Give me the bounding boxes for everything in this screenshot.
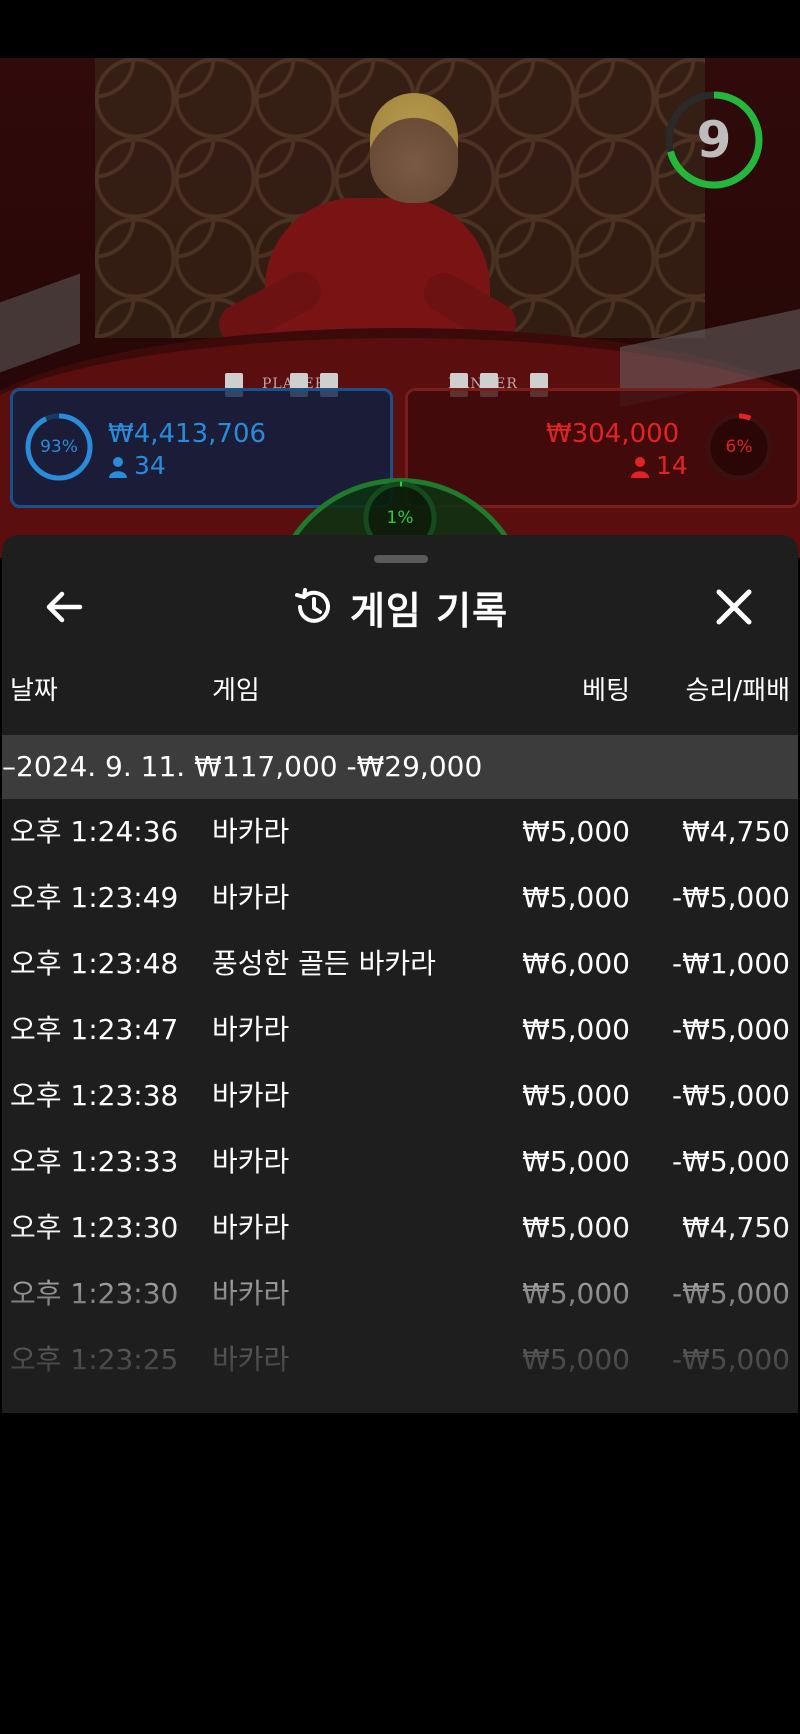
date-group-bet-total: ₩117,000 (194, 750, 338, 783)
date-group-result-total: -₩29,000 (346, 750, 483, 783)
close-icon (716, 589, 752, 625)
history-icon (294, 588, 330, 623)
table-row[interactable]: 오후 1:23:47 바카라 ₩5,000 -₩5,000 (2, 997, 798, 1063)
dealer-head (370, 93, 458, 203)
row-time: 오후 1:23:33 (10, 1145, 179, 1178)
row-game: 바카라 (212, 1079, 290, 1112)
row-result: -₩5,000 (672, 1079, 790, 1112)
row-bet: ₩5,000 (522, 1277, 630, 1310)
row-time: 오후 1:23:47 (10, 1013, 179, 1046)
sheet-header: 게임 기록 (2, 581, 798, 633)
row-result: ₩4,750 (682, 1211, 790, 1244)
player-bettor-count: 34 (108, 451, 166, 480)
row-time: 오후 1:23:49 (10, 881, 179, 914)
row-game: 바카라 (212, 1013, 290, 1046)
collapse-toggle[interactable]: – (2, 750, 16, 783)
player-bet-amount: ₩4,413,706 (108, 419, 267, 449)
date-group-header[interactable]: –2024. 9. 11. ₩117,000 -₩29,000 (2, 735, 798, 799)
row-bet: ₩5,000 (522, 1145, 630, 1178)
row-result: -₩5,000 (672, 1343, 790, 1376)
column-header-bet: 베팅 (582, 676, 630, 706)
player-percent: 93% (40, 437, 78, 457)
row-game: 바카라 (212, 1211, 290, 1244)
row-bet: ₩6,000 (522, 947, 630, 980)
row-time: 오후 1:23:38 (10, 1079, 179, 1112)
row-game: 바카라 (212, 1145, 290, 1178)
row-bet: ₩5,000 (522, 1343, 630, 1376)
table-row[interactable]: 오후 1:23:25 바카라 ₩5,000 -₩5,000 (2, 1327, 798, 1393)
row-result: -₩1,000 (672, 947, 790, 980)
row-game: 바카라 (212, 1343, 290, 1376)
column-header-game: 게임 (212, 676, 260, 706)
row-game: 바카라 (212, 881, 290, 914)
banker-bet-amount: ₩304,000 (546, 419, 680, 449)
banker-percent: 6% (725, 437, 753, 457)
row-result: -₩5,000 (672, 1277, 790, 1310)
column-header-date: 날짜 (10, 676, 58, 706)
player-bet-area[interactable]: 93% ₩4,413,706 34 (10, 388, 393, 508)
row-bet: ₩5,000 (522, 881, 630, 914)
page-title: 게임 기록 (349, 588, 509, 633)
drag-handle[interactable] (374, 555, 428, 563)
betting-countdown-timer: 9 (662, 88, 766, 192)
row-bet: ₩5,000 (522, 1079, 630, 1112)
countdown-number: 9 (696, 111, 732, 169)
column-header-result: 승리/패배 (685, 676, 790, 706)
table-row[interactable]: 오후 1:23:48 풍성한 골든 바카라 ₩6,000 -₩1,000 (2, 931, 798, 997)
banker-bet-area[interactable]: ₩304,000 14 6% (405, 388, 800, 508)
row-time: 오후 1:23:48 (10, 947, 179, 980)
row-bet: ₩5,000 (522, 815, 630, 848)
row-game: 바카라 (212, 815, 290, 848)
row-bet: ₩5,000 (522, 1013, 630, 1046)
person-icon (631, 457, 649, 478)
row-result: ₩4,750 (682, 815, 790, 848)
live-video-feed: PLAYER BANKER 9 93% ₩4,413,706 34 ₩304, (0, 58, 800, 558)
table-row[interactable]: 오후 1:24:36 바카라 ₩5,000 ₩4,750 (2, 799, 798, 865)
banker-bettor-count: 14 (630, 451, 688, 480)
row-time: 오후 1:23:30 (10, 1211, 179, 1244)
table-row[interactable]: 오후 1:23:38 바카라 ₩5,000 -₩5,000 (2, 1063, 798, 1129)
row-game: 바카라 (212, 1277, 290, 1310)
row-game: 풍성한 골든 바카라 (212, 947, 436, 980)
table-header: 날짜 게임 베팅 승리/패배 (2, 670, 798, 710)
close-button[interactable] (710, 583, 758, 631)
row-result: -₩5,000 (672, 1145, 790, 1178)
table-row[interactable]: 오후 1:23:30 바카라 ₩5,000 -₩5,000 (2, 1261, 798, 1327)
row-result: -₩5,000 (672, 1013, 790, 1046)
table-row[interactable]: 오후 1:23:33 바카라 ₩5,000 -₩5,000 (2, 1129, 798, 1195)
table-row[interactable]: 오후 1:23:30 바카라 ₩5,000 ₩4,750 (2, 1195, 798, 1261)
row-time: 오후 1:24:36 (10, 815, 179, 848)
game-history-sheet: 게임 기록 날짜 게임 베팅 승리/패배 –2024. 9. 11. ₩117,… (2, 535, 798, 1413)
row-bet: ₩5,000 (522, 1211, 630, 1244)
row-time: 오후 1:23:30 (10, 1277, 179, 1310)
table-row[interactable]: 오후 1:23:49 바카라 ₩5,000 -₩5,000 (2, 865, 798, 931)
row-result: -₩5,000 (672, 881, 790, 914)
date-group-date: 2024. 9. 11. (16, 750, 186, 783)
row-time: 오후 1:23:25 (10, 1343, 179, 1376)
person-icon (109, 457, 127, 478)
